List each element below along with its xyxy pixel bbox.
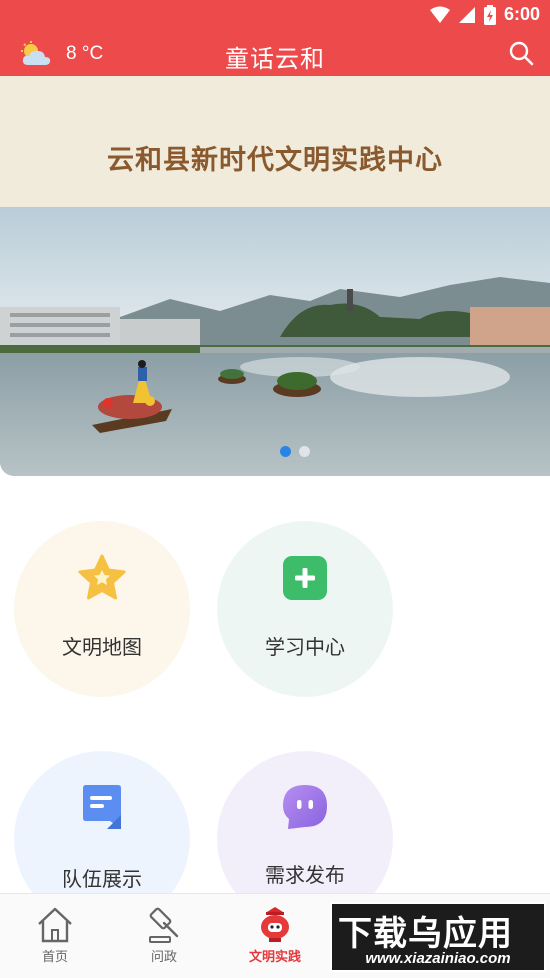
watermark-url: www.xiazainiao.com xyxy=(365,950,511,967)
bookmark-icon xyxy=(83,785,121,829)
gavel-icon xyxy=(149,907,179,943)
chat-bubble-icon xyxy=(283,785,327,829)
status-icons: 6:00 xyxy=(429,4,540,25)
status-bar: 6:00 xyxy=(0,0,550,30)
nav-label: 问政 xyxy=(150,950,177,965)
banner-heading-area: 云和县新时代文明实践中心 xyxy=(0,76,550,208)
nav-civilization-practice[interactable]: 文明实践 xyxy=(235,906,315,965)
feature-label: 文明地图 xyxy=(62,635,142,659)
carousel-dot[interactable] xyxy=(299,446,310,457)
nav-label: 首页 xyxy=(41,950,68,965)
nav-label: 文明实践 xyxy=(248,950,301,965)
site-watermark: 下载乌应用 www.xiazainiao.com xyxy=(330,902,546,972)
feature-label: 需求发布 xyxy=(265,863,345,887)
nav-home[interactable]: 首页 xyxy=(15,906,95,965)
search-icon[interactable] xyxy=(508,40,534,66)
app-header: 8 °C 童话云和 xyxy=(0,30,550,76)
home-icon xyxy=(38,907,72,943)
banner-title: 云和县新时代文明实践中心 xyxy=(107,145,443,176)
carousel-dot-active[interactable] xyxy=(280,446,291,457)
carousel-indicator xyxy=(280,446,310,457)
lantern-mascot-icon xyxy=(261,907,289,942)
signal-icon xyxy=(458,6,475,23)
wifi-icon xyxy=(429,6,450,23)
battery-icon xyxy=(483,4,496,25)
feature-label: 队伍展示 xyxy=(62,867,142,891)
app-title: 童话云和 xyxy=(225,45,325,73)
feature-learning-center[interactable]: 学习中心 xyxy=(217,521,393,697)
status-time: 6:00 xyxy=(503,4,540,24)
feature-civilization-map[interactable]: 文明地图 xyxy=(14,521,190,697)
nav-ask[interactable]: 问政 xyxy=(124,906,204,965)
plus-icon xyxy=(283,556,327,600)
star-icon xyxy=(78,554,126,600)
feature-label: 学习中心 xyxy=(265,635,345,659)
carousel-slide-image xyxy=(0,207,550,476)
image-carousel[interactable] xyxy=(0,207,550,476)
watermark-text: 下载乌应用 xyxy=(338,914,513,954)
